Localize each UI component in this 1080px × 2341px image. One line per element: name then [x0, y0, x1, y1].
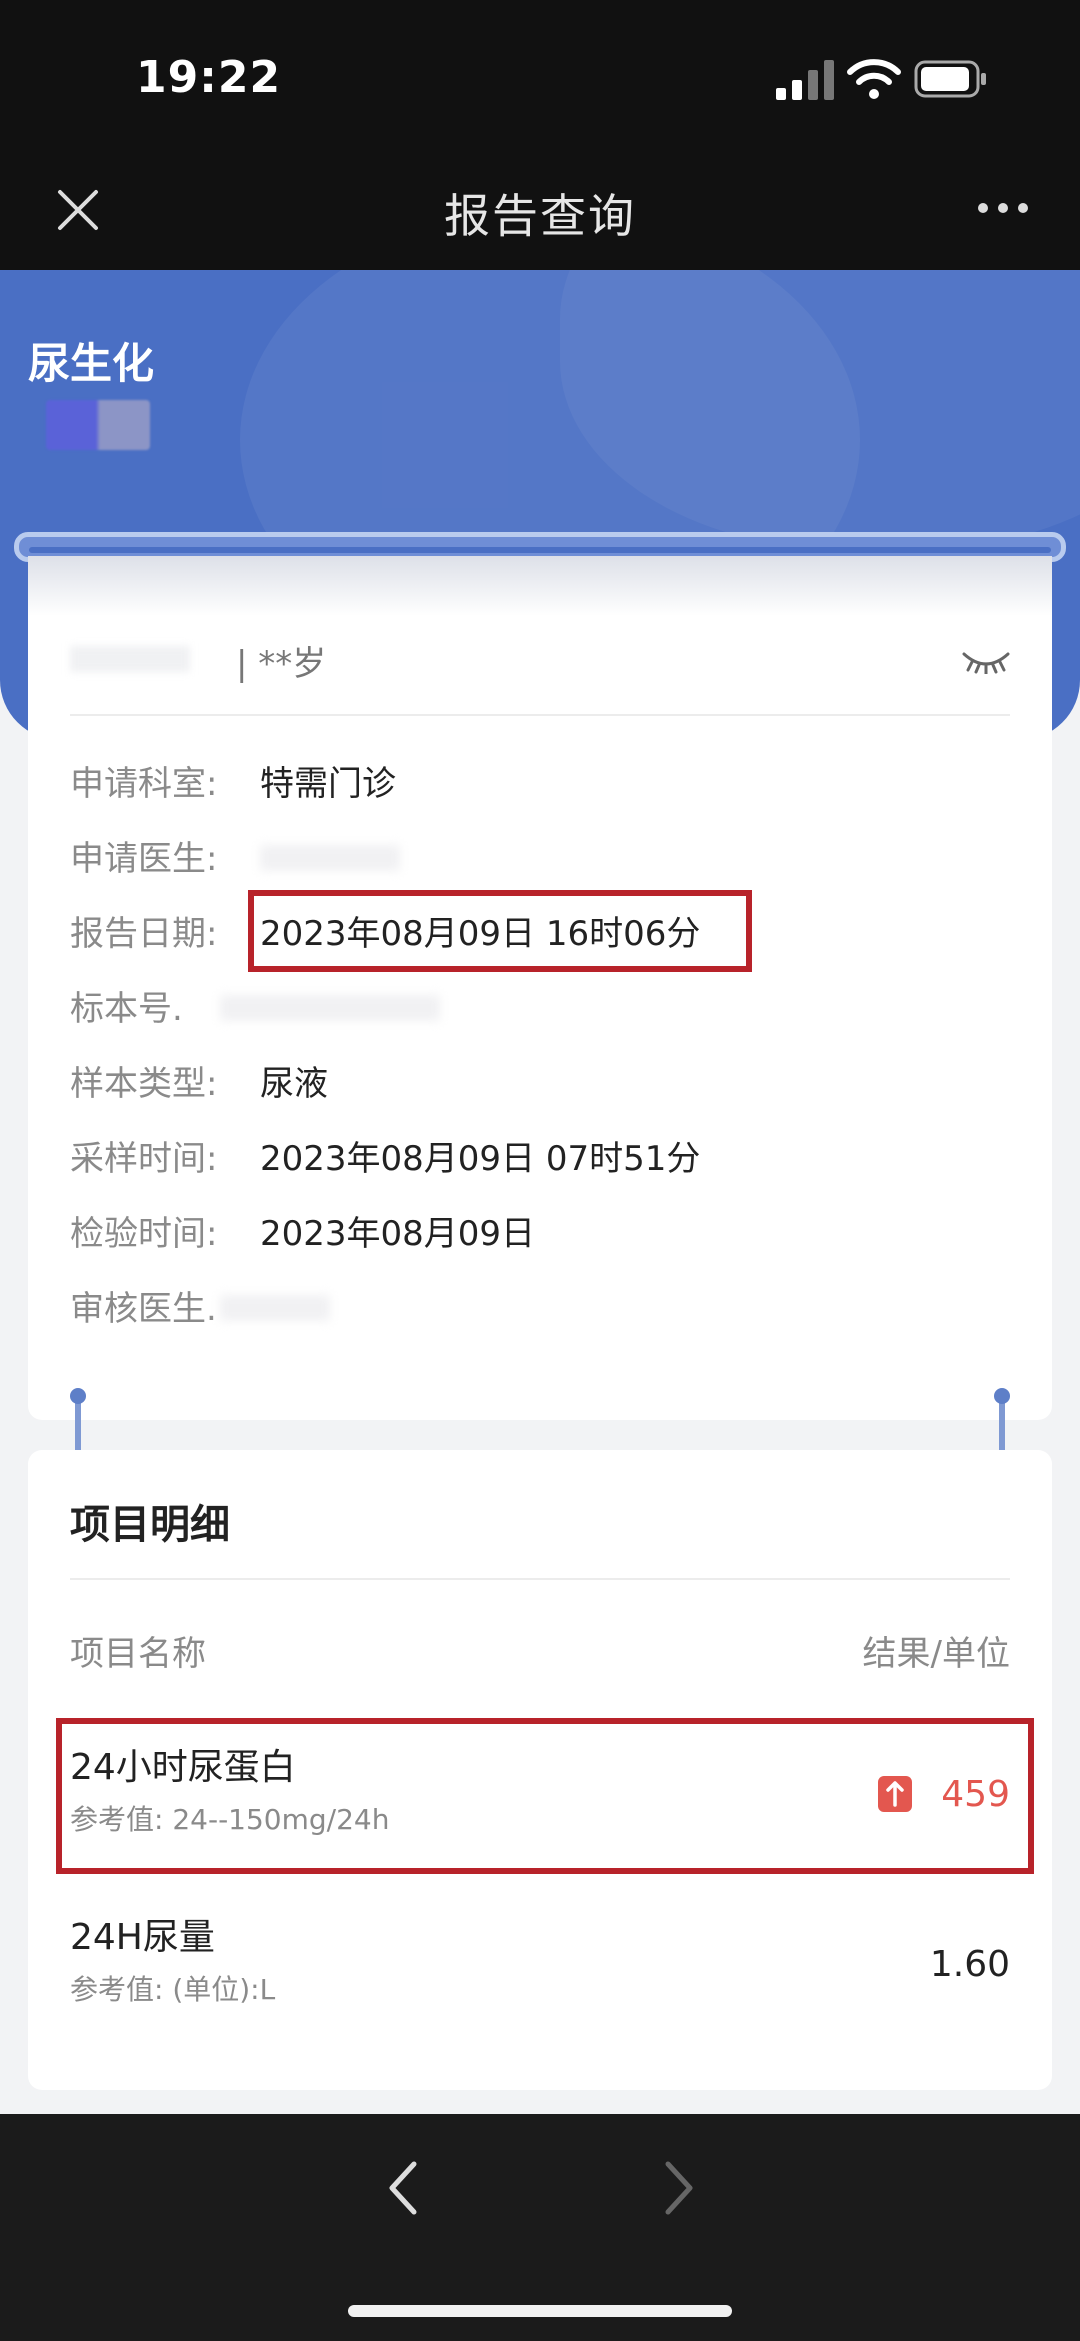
divider	[70, 1578, 1010, 1580]
item-value: 1.60	[929, 1944, 1010, 1985]
info-value: 2023年08月09日 07时51分	[260, 1139, 701, 1179]
patient-row: | **岁	[70, 632, 1010, 696]
nav-bar: 报告查询	[0, 150, 1080, 270]
column-header-name: 项目名称	[70, 1634, 206, 1674]
info-row-department: 申请科室: 特需门诊	[70, 756, 1010, 816]
status-time: 19:22	[136, 52, 282, 103]
highlight-protein-item	[56, 1718, 1034, 1874]
back-arrow-icon[interactable]	[378, 2150, 428, 2226]
info-label: 报告日期:	[70, 914, 218, 954]
home-indicator[interactable]	[348, 2305, 732, 2317]
signal-icon	[776, 60, 834, 100]
info-label: 样本类型:	[70, 1064, 218, 1104]
card-shadow	[28, 556, 1052, 616]
connector-dot	[70, 1388, 86, 1404]
info-label: 检验时间:	[70, 1214, 218, 1254]
divider	[70, 714, 1010, 716]
info-row-doctor: 申请医生:	[70, 831, 1010, 891]
report-title: 尿生化	[28, 339, 155, 388]
info-row-test-time: 检验时间: 2023年08月09日	[70, 1206, 1010, 1266]
redacted-value	[220, 1295, 330, 1321]
info-label: 采样时间:	[70, 1139, 218, 1179]
patient-age: | **岁	[236, 644, 327, 684]
redacted-patient-name	[70, 646, 190, 672]
list-item[interactable]: 24H尿量 参考值: (单位):L 1.60	[70, 1908, 1010, 2038]
section-title: 项目明细	[70, 1502, 230, 1548]
redacted-tag	[46, 400, 150, 450]
eye-closed-icon[interactable]	[962, 648, 1010, 674]
info-value: 特需门诊	[260, 764, 396, 804]
info-row-reviewer: 审核医生.	[70, 1281, 1010, 1341]
redacted-value	[260, 845, 400, 871]
info-row-specimen-no: 标本号.	[70, 981, 1010, 1041]
info-value: 尿液	[260, 1064, 328, 1104]
info-label: 申请医生:	[70, 839, 218, 879]
battery-icon	[914, 60, 986, 98]
highlight-report-date	[248, 890, 752, 972]
item-reference: 参考值: (单位):L	[70, 1973, 276, 2006]
status-bar: 19:22	[0, 0, 1080, 150]
more-icon[interactable]	[975, 198, 1031, 218]
info-label: 标本号.	[70, 989, 183, 1029]
forward-arrow-icon[interactable]	[654, 2150, 704, 2226]
report-info-card: | **岁 申请科室: 特需门诊 申请医生: 报告日期: 2023年08月09日…	[28, 556, 1052, 1420]
info-row-sample-type: 样本类型: 尿液	[70, 1056, 1010, 1116]
info-label: 申请科室:	[70, 764, 218, 804]
column-header-result: 结果/单位	[862, 1634, 1010, 1674]
redacted-value	[220, 995, 440, 1021]
connector-dot	[994, 1388, 1010, 1404]
info-row-sampling-time: 采样时间: 2023年08月09日 07时51分	[70, 1131, 1010, 1191]
wifi-icon	[847, 59, 901, 99]
bottom-toolbar	[0, 2114, 1080, 2341]
info-label: 审核医生.	[70, 1289, 217, 1329]
item-name: 24H尿量	[70, 1917, 215, 1958]
page-title: 报告查询	[444, 189, 636, 243]
info-value: 2023年08月09日	[260, 1214, 536, 1254]
